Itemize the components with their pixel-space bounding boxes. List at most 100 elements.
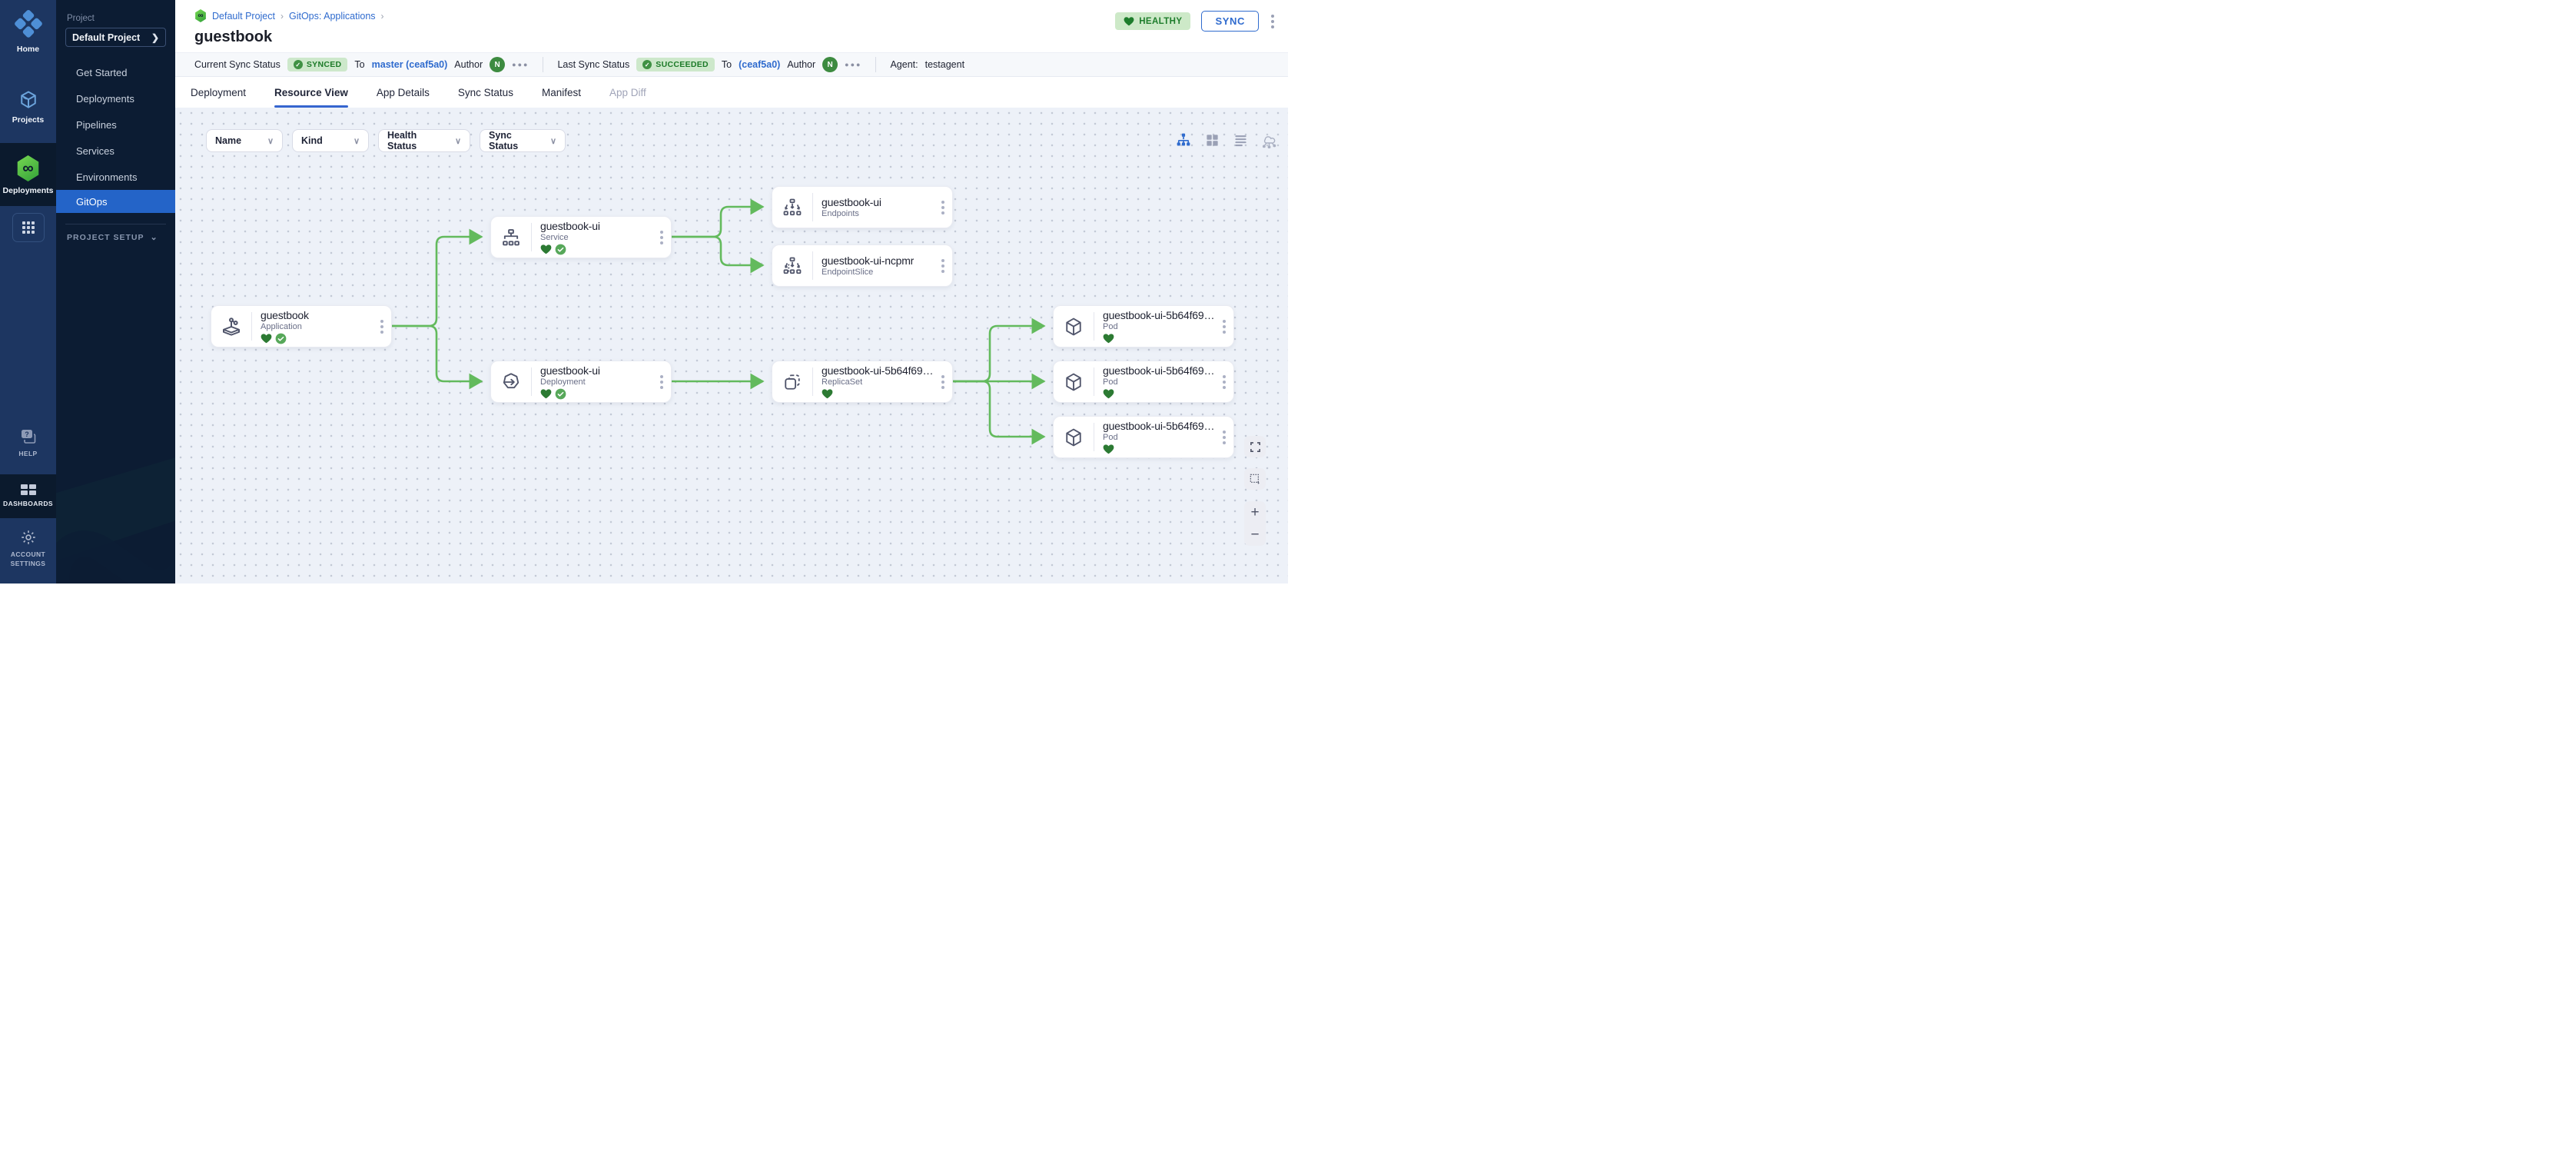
breadcrumb-link-gitops-applications[interactable]: GitOps: Applications (289, 11, 376, 22)
author-label: Author (454, 59, 483, 70)
resource-node-pod-1[interactable]: guestbook-ui-5b64f6959... Pod (1053, 305, 1234, 347)
node-menu-button[interactable] (1220, 317, 1233, 337)
resource-node-service[interactable]: guestbook-ui Service (490, 216, 672, 258)
resource-name: guestbook-ui-5b64f6959... (1103, 364, 1220, 377)
application-icon (211, 315, 251, 338)
current-sync-status-group: Current Sync Status ✓SYNCED To master (c… (194, 57, 529, 72)
node-menu-button[interactable] (657, 228, 671, 248)
view-toggle-group (1175, 131, 1277, 148)
tab-app-details[interactable]: App Details (377, 77, 430, 108)
author-avatar[interactable]: N (490, 57, 505, 72)
rail-item-help[interactable]: ? HELP (0, 421, 56, 466)
chevron-down-icon: ∨ (543, 136, 556, 146)
healthy-heart-icon (540, 244, 552, 254)
chevron-down-icon: ∨ (346, 136, 360, 146)
module-grid-button[interactable] (12, 213, 45, 242)
last-revision-link[interactable]: (ceaf5a0) (739, 59, 780, 70)
project-sidebar: Project Default Project ❯ Get Started De… (56, 0, 175, 584)
sidebar-item-services[interactable]: Services (56, 138, 175, 164)
filter-sync-status[interactable]: Sync Status∨ (480, 129, 566, 152)
rail-label: HELP (18, 450, 37, 458)
pod-icon (1054, 371, 1094, 393)
to-label: To (354, 59, 364, 70)
project-setup-toggle[interactable]: PROJECT SETUP ⌄ (56, 232, 175, 242)
tab-app-diff: App Diff (609, 77, 646, 108)
resource-status (540, 244, 657, 255)
grid-view-icon (1205, 133, 1220, 148)
check-circle-icon: ✓ (642, 60, 652, 69)
sync-button[interactable]: SYNC (1201, 11, 1259, 32)
rail-item-dashboards[interactable]: DASHBOARDS (0, 474, 56, 518)
rail-item-deployments[interactable]: ∞ Deployments (0, 143, 56, 206)
author-avatar[interactable]: N (822, 57, 838, 72)
resource-name: guestbook-ui (540, 220, 657, 232)
filter-health-status[interactable]: Health Status∨ (378, 129, 470, 152)
header-actions: HEALTHY SYNC (1115, 11, 1276, 32)
resource-node-pod-2[interactable]: guestbook-ui-5b64f6959... Pod (1053, 361, 1234, 403)
health-status-label: HEALTHY (1139, 17, 1182, 26)
resource-node-endpoints[interactable]: guestbook-ui Endpoints (772, 186, 953, 228)
deployment-icon (491, 371, 531, 393)
sidebar-item-get-started[interactable]: Get Started (56, 59, 175, 85)
network-view-toggle[interactable] (1260, 131, 1277, 148)
sidebar-item-deployments[interactable]: Deployments (56, 85, 175, 111)
more-commit-info-button[interactable]: ●●● (512, 61, 529, 68)
healthy-heart-icon (1103, 444, 1114, 454)
chevron-right-icon: › (381, 11, 384, 22)
node-menu-button[interactable] (1220, 372, 1233, 392)
zoom-in-button[interactable]: + (1250, 505, 1259, 520)
brand-watermark (56, 414, 175, 584)
sidebar-item-environments[interactable]: Environments (56, 164, 175, 190)
filter-kind[interactable]: Kind∨ (292, 129, 369, 152)
status-bar: Current Sync Status ✓SYNCED To master (c… (175, 52, 1288, 77)
sidebar-item-pipelines[interactable]: Pipelines (56, 111, 175, 138)
node-menu-button[interactable] (938, 198, 952, 218)
tree-view-toggle[interactable] (1175, 131, 1192, 148)
rail-item-account-settings[interactable]: ACCOUNT SETTINGS (0, 518, 56, 584)
resource-node-pod-3[interactable]: guestbook-ui-5b64f6959... Pod (1053, 416, 1234, 458)
project-selector[interactable]: Default Project ❯ (65, 28, 166, 47)
resource-name: guestbook-ui-5b64f6959... (1103, 309, 1220, 321)
resource-name: guestbook (261, 309, 377, 321)
fit-to-screen-button[interactable] (1244, 436, 1266, 457)
svg-text:?: ? (25, 431, 29, 438)
heart-icon (1124, 16, 1134, 26)
rail-label: Projects (12, 115, 44, 125)
resource-node-application[interactable]: guestbook Application (211, 305, 392, 347)
current-revision-link[interactable]: master (ceaf5a0) (372, 59, 448, 70)
list-view-toggle[interactable] (1232, 131, 1249, 148)
rail-item-module-grid[interactable] (0, 206, 56, 250)
resource-tree-canvas[interactable]: Name∨ Kind∨ Health Status∨ Sync Status∨ (175, 108, 1288, 584)
marquee-select-button[interactable] (1244, 468, 1266, 490)
resource-name: guestbook-ui-ncpmr (822, 254, 938, 267)
zoom-control: + − (1244, 501, 1266, 546)
sidebar-item-gitops[interactable]: GitOps (56, 190, 175, 213)
zoom-out-button[interactable]: − (1250, 527, 1259, 542)
tab-sync-status[interactable]: Sync Status (458, 77, 513, 108)
tab-manifest[interactable]: Manifest (542, 77, 581, 108)
tree-view-icon (1176, 132, 1191, 148)
breadcrumb-link-project[interactable]: Default Project (212, 11, 275, 22)
chevron-right-icon: › (281, 11, 284, 22)
node-menu-button[interactable] (1220, 427, 1233, 447)
tab-deployment[interactable]: Deployment (191, 77, 246, 108)
more-commit-info-button[interactable]: ●●● (845, 61, 861, 68)
node-menu-button[interactable] (938, 372, 952, 392)
resource-node-deployment[interactable]: guestbook-ui Deployment (490, 361, 672, 403)
node-menu-button[interactable] (377, 317, 391, 337)
agent-value: testagent (925, 59, 964, 70)
app-menu-button[interactable] (1270, 13, 1276, 30)
grid-view-toggle[interactable] (1203, 131, 1220, 148)
resource-node-replicaset[interactable]: guestbook-ui-5b64f69597 ReplicaSet (772, 361, 953, 403)
project-setup-label: PROJECT SETUP (67, 233, 144, 242)
filter-name[interactable]: Name∨ (206, 129, 283, 152)
rail-item-home[interactable]: Home (0, 0, 56, 62)
rail-item-projects[interactable]: Projects (0, 81, 56, 132)
app-window: Home Projects ∞ Deployments ? HELP DASHB… (0, 0, 1288, 584)
tab-resource-view[interactable]: Resource View (274, 77, 348, 108)
resource-node-endpointslice[interactable]: guestbook-ui-ncpmr EndpointSlice (772, 244, 953, 287)
node-menu-button[interactable] (938, 256, 952, 276)
last-sync-status-label: Last Sync Status (557, 59, 629, 70)
healthy-heart-icon (1103, 388, 1114, 399)
node-menu-button[interactable] (657, 372, 671, 392)
